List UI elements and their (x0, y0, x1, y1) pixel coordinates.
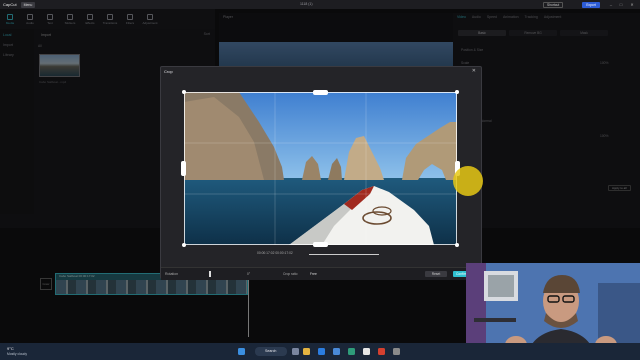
crop-handle-br[interactable] (455, 243, 459, 247)
crop-dialog-title: Crop (164, 69, 173, 74)
seascape-image (184, 92, 457, 245)
cursor-highlight (453, 166, 483, 196)
crop-handle-bl[interactable] (182, 243, 186, 247)
crop-dialog: Crop ✕ 00:00:17:02 00:00:17:02 Rotation … (160, 66, 483, 280)
task-view-icon[interactable] (292, 348, 299, 355)
scrubber-fill (309, 254, 379, 255)
app-logo: CapCut (3, 2, 17, 7)
app-window: CapCut Menu 1118 (1) Shortcut Export – □… (0, 0, 640, 360)
reset-button[interactable]: Reset (425, 271, 447, 277)
windows-taskbar: 9°C Mostly cloudy Search (0, 343, 640, 360)
edge-icon[interactable] (318, 348, 325, 355)
export-button[interactable]: Export (582, 1, 600, 8)
rotation-slider-knob[interactable] (209, 271, 211, 277)
windows-start-icon[interactable] (238, 348, 245, 355)
weather-condition: Mostly cloudy (7, 352, 27, 356)
window-title: 1118 (1) (300, 2, 313, 6)
crop-handle-left[interactable] (181, 161, 186, 176)
store-icon[interactable] (333, 348, 340, 355)
crop-ratio-select[interactable]: Free (310, 272, 317, 276)
crop-handle-tl[interactable] (182, 90, 186, 94)
file-explorer-icon[interactable] (303, 348, 310, 355)
app-icon[interactable] (393, 348, 400, 355)
close-icon[interactable]: ✕ (472, 68, 476, 74)
weather-temperature[interactable]: 9°C (7, 346, 14, 351)
crop-footer: Rotation 0° Crop ratio Free Reset Confir… (161, 267, 483, 280)
close-window-icon[interactable]: ✕ (628, 1, 636, 8)
crop-handle-tr[interactable] (455, 90, 459, 94)
crop-handle-bottom[interactable] (313, 242, 328, 247)
crop-ratio-label: Crop ratio (283, 272, 298, 276)
title-bar: CapCut Menu 1118 (1) Shortcut Export – □… (0, 0, 640, 9)
maximize-icon[interactable]: □ (617, 1, 625, 8)
crop-timecode: 00:00:17:02 00:00:17:02 (257, 251, 293, 255)
crop-scrubber[interactable] (309, 254, 379, 255)
teams-icon[interactable] (348, 348, 355, 355)
taskbar-search[interactable]: Search (255, 347, 287, 356)
crop-handle-top[interactable] (313, 90, 328, 95)
capcut-taskbar-icon[interactable] (363, 348, 370, 355)
rotation-value[interactable]: 0° (247, 272, 250, 276)
crop-preview-image (184, 92, 457, 245)
shortcut-button[interactable]: Shortcut (543, 1, 564, 8)
minimize-icon[interactable]: – (607, 1, 615, 8)
rotation-label: Rotation (165, 272, 179, 276)
menu-button[interactable]: Menu (20, 1, 36, 8)
chrome-icon[interactable] (378, 348, 385, 355)
